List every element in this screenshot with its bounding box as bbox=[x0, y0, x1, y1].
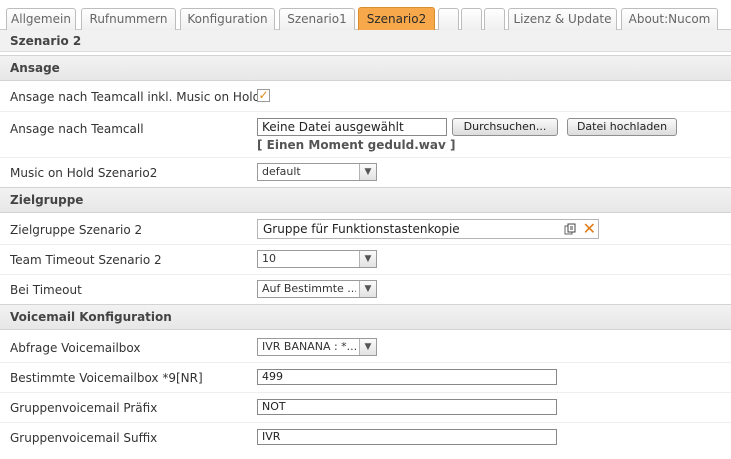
abfrage-voicemailbox-select[interactable]: IVR BANANA : *... ▼ bbox=[257, 338, 377, 356]
tab-lizenz-update[interactable]: Lizenz & Update bbox=[508, 8, 617, 30]
chevron-down-icon: ▼ bbox=[359, 251, 376, 267]
remove-icon[interactable]: ✕ bbox=[583, 220, 596, 238]
moh-szenario2-label: Music on Hold Szenario2 bbox=[10, 166, 158, 180]
bestimmte-voicemailbox-input[interactable]: 499 bbox=[257, 369, 557, 385]
tab-about-nucom[interactable]: About:Nucom bbox=[621, 8, 718, 30]
team-timeout-label: Team Timeout Szenario 2 bbox=[10, 253, 162, 267]
divider bbox=[0, 422, 731, 423]
chevron-down-icon: ▼ bbox=[359, 164, 376, 180]
select-value: default bbox=[262, 165, 301, 178]
upload-button[interactable]: Datei hochladen bbox=[567, 118, 677, 136]
tab-szenario2[interactable]: Szenario2 bbox=[358, 7, 435, 31]
team-timeout-select[interactable]: 10 ▼ bbox=[257, 250, 377, 268]
bei-timeout-select[interactable]: Auf Bestimmte ... ▼ bbox=[257, 280, 377, 298]
ansage-teamcall-label: Ansage nach Teamcall bbox=[10, 122, 144, 136]
gruppen-suffix-input[interactable]: IVR bbox=[257, 429, 557, 445]
section-ansage: Ansage bbox=[0, 55, 731, 81]
gruppen-praefix-input[interactable]: NOT bbox=[257, 399, 557, 415]
bestimmte-voicemailbox-label: Bestimmte Voicemailbox *9[NR] bbox=[10, 371, 203, 385]
checkmark-icon: ✓ bbox=[258, 88, 269, 102]
tab-empty-2[interactable] bbox=[461, 8, 482, 30]
tab-empty-3[interactable] bbox=[484, 8, 505, 30]
group-copy-icon[interactable] bbox=[564, 223, 576, 235]
select-value: 10 bbox=[262, 252, 276, 265]
divider bbox=[0, 362, 731, 363]
section-zielgruppe: Zielgruppe bbox=[0, 187, 731, 213]
tab-allgemein[interactable]: Allgemein bbox=[6, 8, 76, 30]
section-voicemail: Voicemail Konfiguration bbox=[0, 304, 731, 330]
divider bbox=[0, 274, 731, 275]
tab-bar: Allgemein Rufnummern Konfiguration Szena… bbox=[0, 0, 731, 31]
abfrage-voicemailbox-label: Abfrage Voicemailbox bbox=[10, 341, 141, 355]
zielgruppe-value: Gruppe für Funktionstastenkopie bbox=[263, 222, 460, 236]
teamcall-moh-label: Ansage nach Teamcall inkl. Music on Hold bbox=[10, 90, 261, 104]
tab-szenario1[interactable]: Szenario1 bbox=[279, 8, 355, 30]
divider bbox=[0, 157, 731, 158]
divider bbox=[0, 244, 731, 245]
zielgruppe-field[interactable]: Gruppe für Funktionstastenkopie ✕ bbox=[257, 219, 599, 239]
moh-szenario2-select[interactable]: default ▼ bbox=[257, 163, 377, 181]
teamcall-moh-checkbox[interactable]: ✓ bbox=[257, 89, 270, 102]
tab-empty-1[interactable] bbox=[438, 8, 459, 30]
current-file-name: [ Einen Moment geduld.wav ] bbox=[257, 138, 456, 152]
browse-button[interactable]: Durchsuchen... bbox=[452, 118, 558, 136]
divider bbox=[0, 392, 731, 393]
bei-timeout-label: Bei Timeout bbox=[10, 283, 82, 297]
divider bbox=[0, 111, 731, 112]
gruppen-suffix-label: Gruppenvoicemail Suffix bbox=[10, 431, 158, 445]
select-value: Auf Bestimmte ... bbox=[262, 282, 356, 295]
tab-konfiguration[interactable]: Konfiguration bbox=[180, 8, 275, 30]
file-upload-field[interactable]: Keine Datei ausgewählt bbox=[257, 118, 447, 136]
select-value: IVR BANANA : *... bbox=[262, 340, 356, 353]
file-status-text: Keine Datei ausgewählt bbox=[262, 120, 404, 134]
tab-rufnummern[interactable]: Rufnummern bbox=[81, 8, 176, 30]
chevron-down-icon: ▼ bbox=[359, 281, 376, 297]
zielgruppe-label: Zielgruppe Szenario 2 bbox=[10, 223, 143, 237]
chevron-down-icon: ▼ bbox=[359, 339, 376, 355]
gruppen-praefix-label: Gruppenvoicemail Präfix bbox=[10, 401, 158, 415]
page-title: Szenario 2 bbox=[0, 30, 731, 52]
